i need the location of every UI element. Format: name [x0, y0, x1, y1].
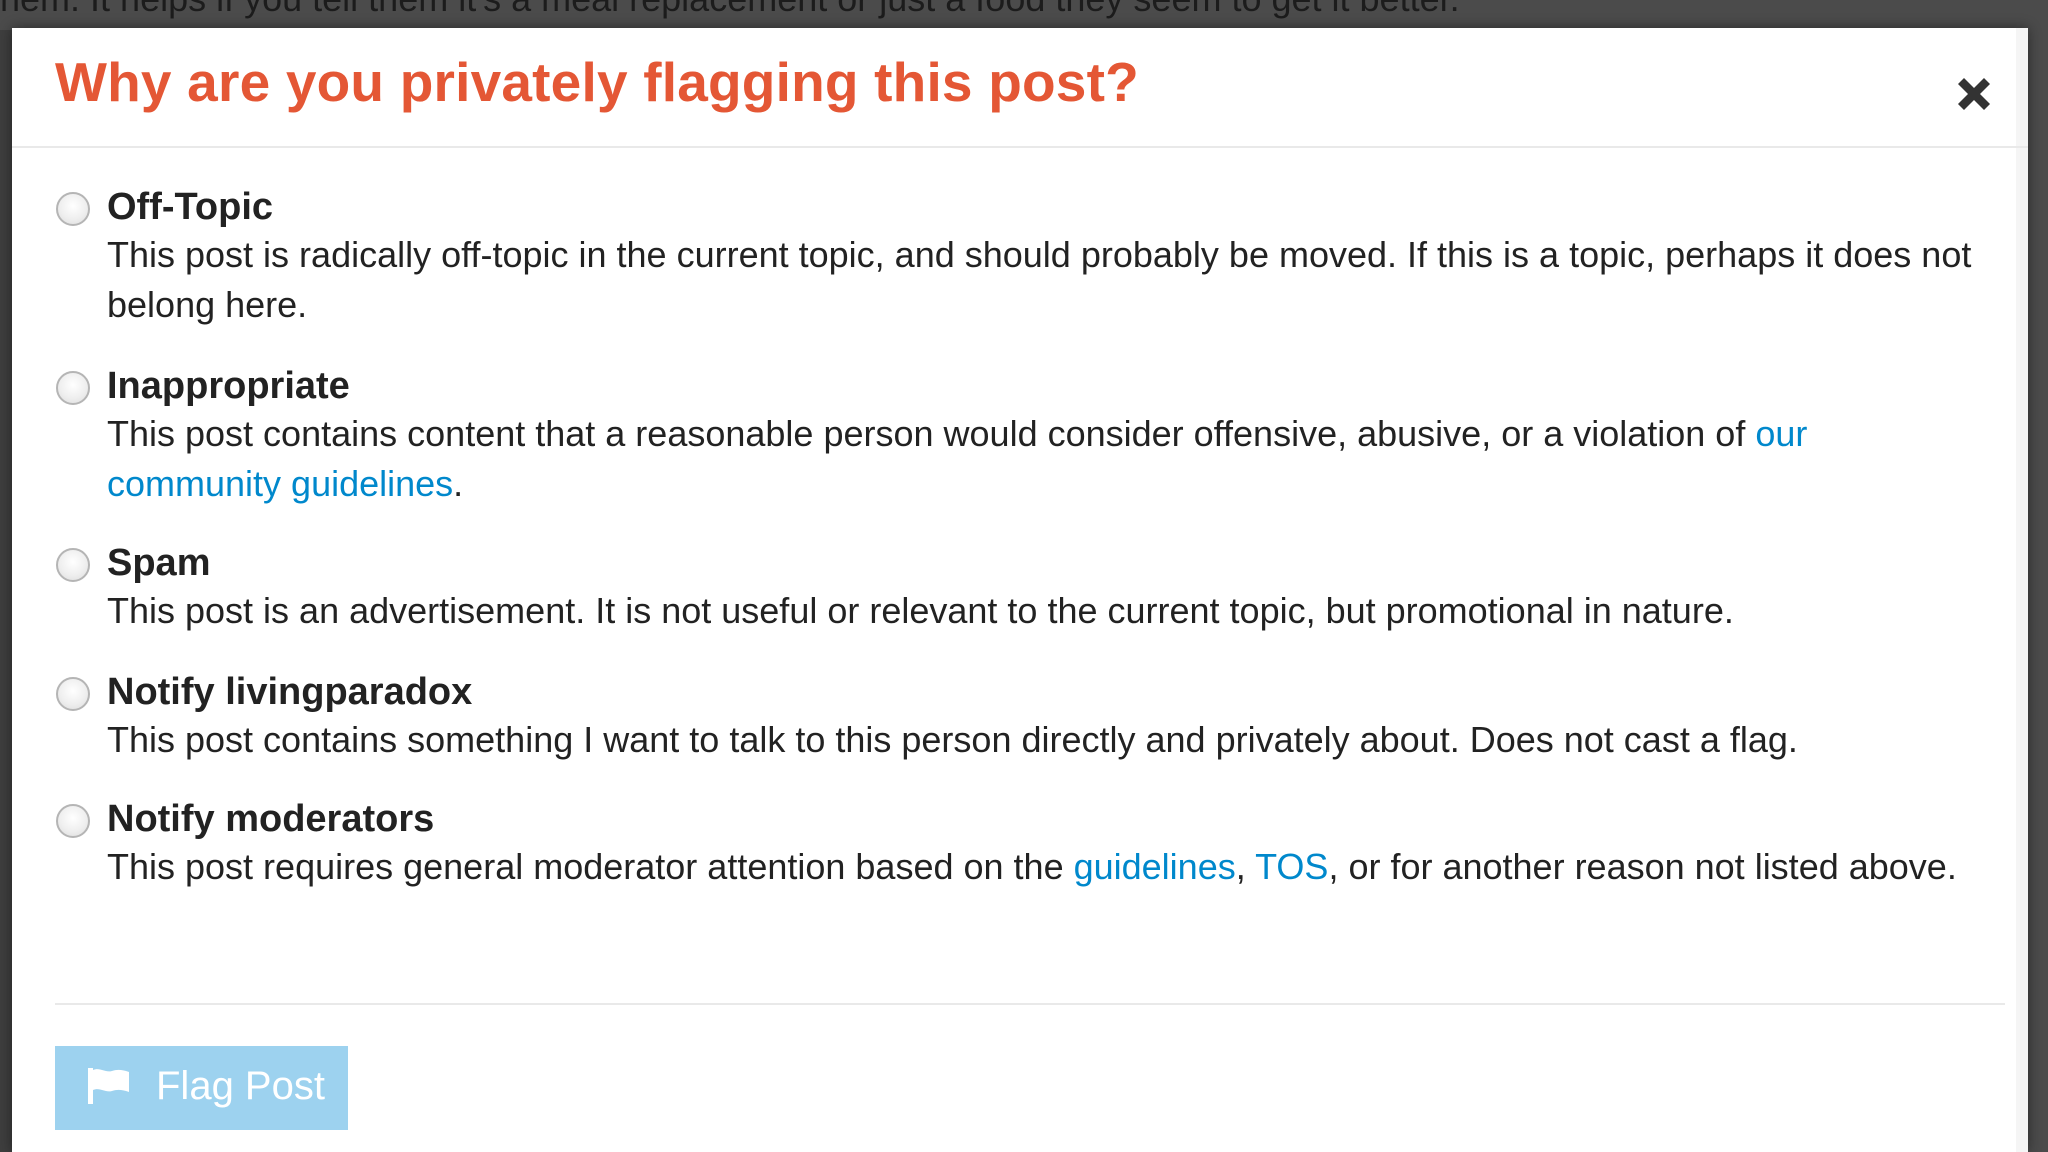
option-label[interactable]: Notify moderators — [107, 798, 434, 841]
option-description: This post is radically off-topic in the … — [107, 234, 1972, 325]
modal-title: Why are you privately flagging this post… — [55, 51, 1139, 113]
background-left-edge — [0, 30, 12, 1152]
radio-notify-user[interactable] — [56, 677, 90, 711]
option-label[interactable]: Off-Topic — [107, 186, 273, 229]
option-description: This post contains content that a reason… — [107, 409, 1987, 509]
close-icon — [1958, 78, 1990, 110]
option-description: This post requires general moderator att… — [107, 842, 1987, 892]
radio-inappropriate[interactable] — [56, 371, 90, 405]
radio-spam[interactable] — [56, 548, 90, 582]
option-description: This post is an advertisement. It is not… — [107, 590, 1734, 631]
modal-right-edge — [2016, 28, 2028, 1152]
guidelines-link[interactable]: guidelines — [1074, 846, 1236, 887]
description-text-end: . — [453, 463, 464, 504]
separator-text: , — [1235, 846, 1256, 887]
option-label[interactable]: Inappropriate — [107, 365, 350, 408]
flag-icon — [88, 1068, 129, 1104]
option-label[interactable]: Notify livingparadox — [107, 671, 472, 714]
radio-notify-moderators[interactable] — [56, 804, 90, 838]
option-description: This post contains something I want to t… — [107, 719, 1798, 760]
close-button[interactable] — [1948, 68, 2000, 120]
modal-header: Why are you privately flagging this post… — [12, 28, 2028, 148]
tos-link[interactable]: TOS — [1255, 846, 1328, 887]
description-text: This post requires general moderator att… — [107, 846, 1074, 887]
flag-post-label: Flag Post — [156, 1064, 325, 1108]
radio-off-topic[interactable] — [56, 192, 90, 226]
footer-divider — [55, 1003, 2005, 1005]
option-label[interactable]: Spam — [107, 542, 210, 585]
flag-post-button[interactable]: Flag Post — [55, 1046, 348, 1130]
flag-modal: Why are you privately flagging this post… — [12, 28, 2028, 1152]
description-text-end: , or for another reason not listed above… — [1328, 846, 1957, 887]
background-post-text: hem. It helps if you tell them it's a me… — [0, 0, 2048, 20]
description-text: This post contains content that a reason… — [107, 413, 1756, 454]
